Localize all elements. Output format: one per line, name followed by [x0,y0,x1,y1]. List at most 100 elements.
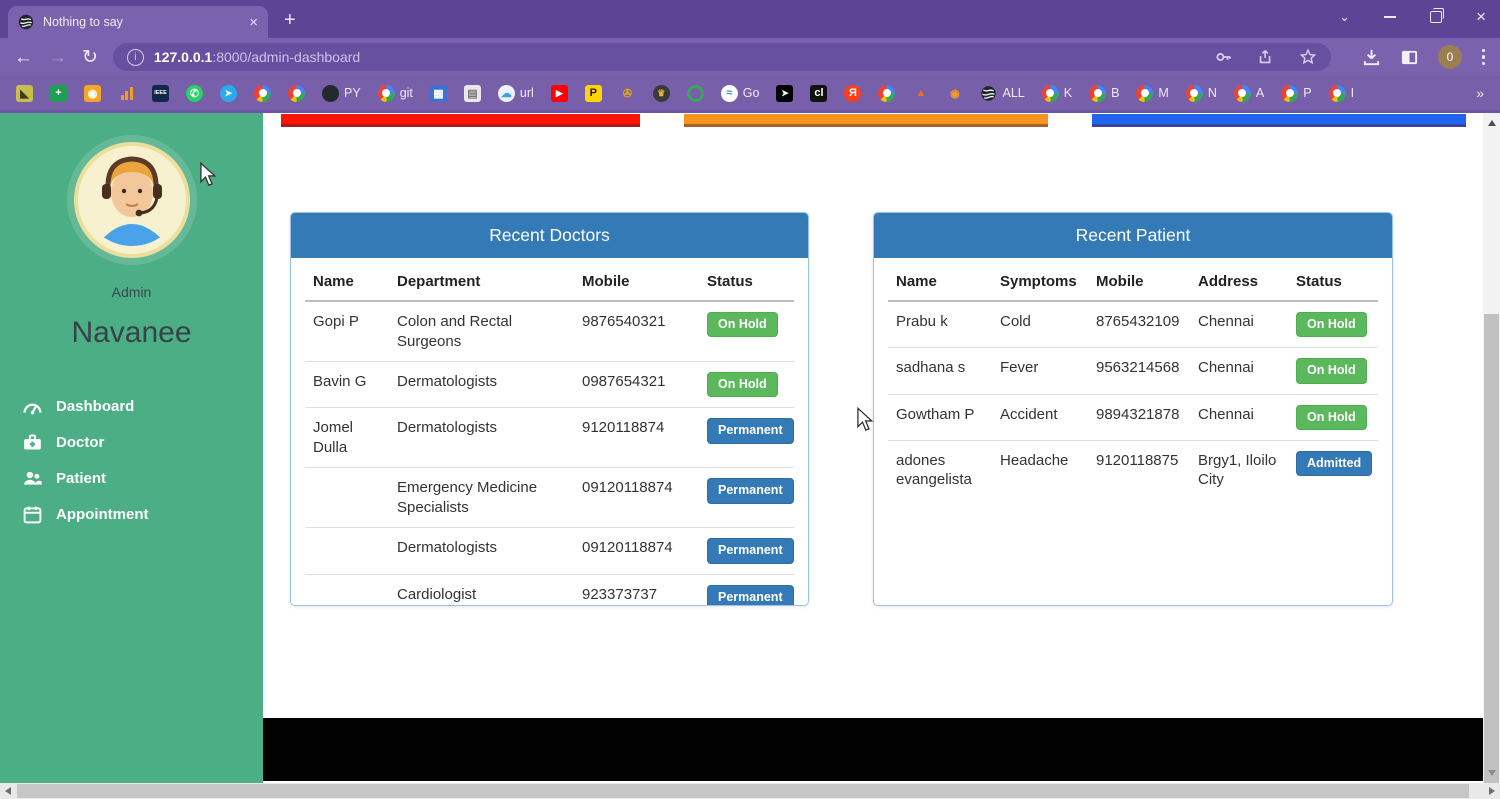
bm-ieee[interactable]: IEEE [152,85,169,102]
bm-green-cross[interactable]: + [50,85,67,102]
table-row: sadhana sFever9563214568ChennaiOn Hold [888,348,1378,394]
bm-google-1-icon [254,85,271,102]
status-badge: On Hold [1296,358,1367,383]
bm-google-i-label: I [1351,86,1354,100]
bm-camera-orange-icon: ◉ [84,85,101,102]
restore-button[interactable] [1430,11,1442,23]
scroll-left-arrow-icon[interactable] [5,787,11,795]
bm-yandex-icon: Я [844,85,861,102]
downloads-icon[interactable] [1362,48,1380,66]
tab-close-icon[interactable]: × [249,15,258,30]
share-icon[interactable] [1257,48,1275,66]
bm-github[interactable]: PY [322,85,361,102]
address-bar[interactable]: i 127.0.0.1:8000/admin-dashboard [113,43,1331,71]
sidebar-item-dashboard[interactable]: Dashboard [22,388,263,424]
scroll-right-arrow-icon[interactable] [1489,787,1495,795]
bm-google-2[interactable] [288,85,305,102]
bm-cl-black-icon: cl [810,85,827,102]
bm-blue-window[interactable]: ▦ [430,85,447,102]
bm-cloud-url[interactable]: ☁url [498,85,534,102]
bm-google-n[interactable]: N [1186,85,1217,102]
bm-yandex[interactable]: Я [844,85,861,102]
bm-bird-black[interactable]: ➤ [776,85,793,102]
bm-globe-all[interactable]: ALL [980,85,1024,102]
bm-google-a[interactable]: A [1234,85,1264,102]
doctors-table: NameDepartmentMobileStatus Gopi PColon a… [305,263,794,606]
sidebar-item-label: Doctor [56,434,104,451]
patients-table: NameSymptomsMobileAddressStatus Prabu kC… [888,263,1378,500]
column-header-department: Department [389,263,574,301]
horizontal-scrollbar[interactable] [0,783,1500,799]
vertical-scrollbar-thumb[interactable] [1484,314,1499,799]
bm-google-p[interactable]: P [1281,85,1311,102]
bm-google-3[interactable] [878,85,895,102]
bm-signal-bars-icon [118,85,135,102]
bm-green-cross-icon: + [50,85,67,102]
cell-department: Dermatologists [389,528,574,574]
bm-godaddy[interactable]: ≈Go [721,85,760,102]
bm-google-m[interactable]: M [1136,85,1168,102]
bm-google-i[interactable]: I [1329,85,1354,102]
scroll-down-arrow-icon[interactable] [1488,770,1496,776]
bm-google-git[interactable]: git [378,85,413,102]
bm-youtube[interactable]: ▶ [551,85,568,102]
menu-kebab-icon[interactable] [1482,49,1486,66]
bookmarks-overflow-chevron-icon[interactable]: » [1476,85,1484,101]
cell-symptoms: Headache [992,440,1088,500]
bm-google-b[interactable]: B [1089,85,1119,102]
cell-mobile: 9894321878 [1088,394,1190,440]
bookmark-star-icon[interactable] [1299,48,1317,66]
cell-status: On Hold [699,301,794,362]
bm-p-yellow[interactable]: P [585,85,602,102]
column-header-mobile: Mobile [574,263,699,301]
forward-button[interactable]: → [48,48,67,67]
bm-matlab[interactable]: ▲ [912,85,929,102]
sidebar-item-patient[interactable]: Patient [22,460,263,496]
stat-card-blue [1092,114,1466,127]
bm-eye-orange[interactable]: ◉ [946,85,963,102]
close-window-button[interactable]: × [1476,9,1486,25]
doctor-icon [22,432,43,453]
chevron-down-icon[interactable]: ⌄ [1339,10,1350,24]
scroll-up-arrow-icon[interactable] [1488,120,1496,126]
cell-status: On Hold [1288,394,1378,440]
bm-camera-orange[interactable]: ◉ [84,85,101,102]
bm-trophy-dark[interactable]: ♛ [653,85,670,102]
vertical-scrollbar[interactable] [1483,113,1500,783]
bm-green-ring[interactable] [687,85,704,102]
bm-archive[interactable]: ▤ [464,85,481,102]
back-button[interactable]: ← [14,48,33,67]
bm-google-b-label: B [1111,86,1119,100]
bm-cl-black[interactable]: cl [810,85,827,102]
stat-card-orange [684,114,1048,127]
bm-whatsapp[interactable]: ✆ [186,85,203,102]
password-key-icon[interactable] [1215,48,1233,66]
cell-department: Dermatologists [389,362,574,408]
site-info-icon[interactable]: i [127,49,144,66]
table-row: Emergency Medicine Specialists0912011887… [305,468,794,528]
new-tab-button[interactable]: + [284,9,296,32]
avatar [74,142,190,258]
url-text: 127.0.0.1:8000/admin-dashboard [154,49,360,65]
sidebar-item-doctor[interactable]: Doctor [22,424,263,460]
bm-google-k[interactable]: K [1042,85,1072,102]
bm-google-p-label: P [1303,86,1311,100]
sidebar-item-appointment[interactable]: Appointment [22,496,263,532]
bm-google-1[interactable] [254,85,271,102]
cell-name: adones evangelista [888,440,992,500]
profile-avatar[interactable]: 0 [1438,45,1462,69]
status-badge: Permanent [707,585,794,607]
horizontal-scrollbar-thumb[interactable] [17,784,1469,798]
bm-github-label: PY [344,86,361,100]
table-header-row: NameDepartmentMobileStatus [305,263,794,301]
minimize-button[interactable] [1384,16,1396,18]
side-panel-icon[interactable] [1400,48,1418,66]
bm-movie-cam[interactable]: ✇ [619,85,636,102]
browser-tab[interactable]: Nothing to say × [8,6,268,38]
bm-signal-bars[interactable] [118,85,135,102]
status-badge: Permanent [707,478,794,503]
reload-button[interactable]: ↻ [82,48,98,67]
bm-telegram[interactable]: ➤ [220,85,237,102]
sidebar-item-label: Appointment [56,506,148,523]
bm-leaf[interactable]: ◣ [16,85,33,102]
